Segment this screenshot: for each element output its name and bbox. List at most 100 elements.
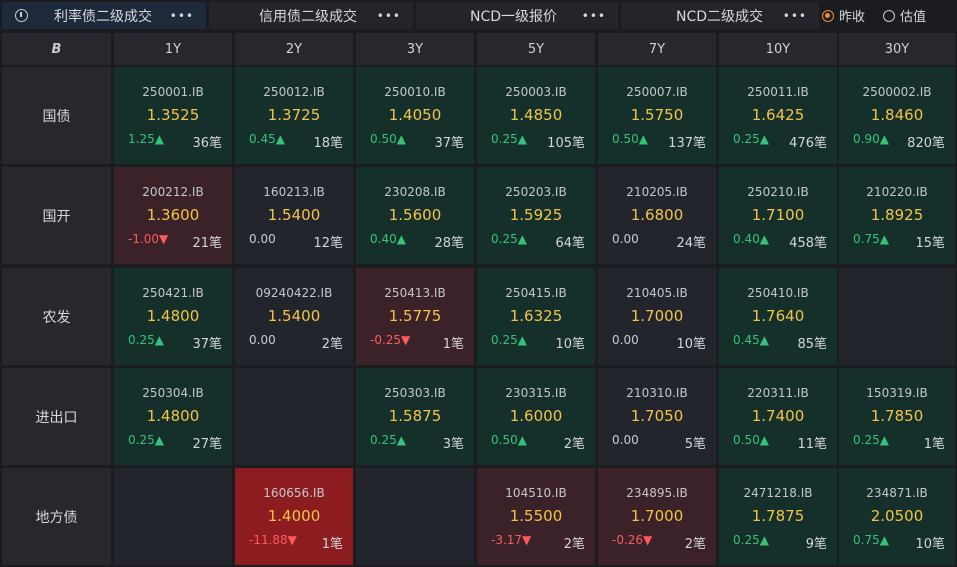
trade-count: 10笔 <box>676 337 706 352</box>
trade-count: 105笔 <box>547 136 585 151</box>
yield-change: 0.25▲ <box>491 232 527 246</box>
more-menu-icon[interactable]: ••• <box>783 9 807 23</box>
row-label[interactable]: 地方债 <box>2 468 111 565</box>
yield-change: 0.45▲ <box>733 333 769 347</box>
bond-cell[interactable]: 250303.IB 1.5875 0.25▲ 3笔 <box>356 368 474 465</box>
bond-cell[interactable]: 09240422.IB 1.5400 0.00 2笔 <box>235 268 353 365</box>
bond-cell[interactable]: 250001.IB 1.3525 1.25▲ 36笔 <box>114 67 232 164</box>
trade-count: 85笔 <box>797 337 827 352</box>
trade-count: 2笔 <box>563 437 585 452</box>
trade-count: 2笔 <box>563 537 585 552</box>
bond-cell[interactable]: 210310.IB 1.7050 0.00 5笔 <box>598 368 716 465</box>
yield-change: 0.75▲ <box>853 533 889 547</box>
bond-yield: 1.5875 <box>388 407 442 425</box>
bond-code: 250210.IB <box>747 185 809 199</box>
more-menu-icon[interactable]: ••• <box>377 9 401 23</box>
price-basis-radio-group: 昨收 估值 <box>822 2 938 29</box>
bond-cell[interactable]: 2500002.IB 1.8460 0.90▲ 820笔 <box>839 67 955 164</box>
trade-count: 27笔 <box>192 437 222 452</box>
bond-code: 250415.IB <box>505 286 567 300</box>
trade-count: 12笔 <box>313 236 343 251</box>
column-header[interactable]: 30Y <box>839 33 955 65</box>
trade-count: 137笔 <box>668 136 706 151</box>
radio-label: 估值 <box>900 10 927 25</box>
bond-cell[interactable]: 250413.IB 1.5775 -0.25▼ 1笔 <box>356 268 474 365</box>
empty-cell <box>235 368 353 465</box>
bond-cell[interactable]: 250410.IB 1.7640 0.45▲ 85笔 <box>719 268 837 365</box>
column-header[interactable]: 3Y <box>356 33 474 65</box>
bond-cell[interactable]: 2471218.IB 1.7875 0.25▲ 9笔 <box>719 468 837 565</box>
bond-code: 250003.IB <box>505 85 567 99</box>
bond-cell[interactable]: 250003.IB 1.4850 0.25▲ 105笔 <box>477 67 595 164</box>
row-label[interactable]: 国开 <box>2 167 111 264</box>
bond-cell[interactable]: 210405.IB 1.7000 0.00 10笔 <box>598 268 716 365</box>
tab-label: 利率债二级成交 <box>54 8 152 25</box>
bond-yield: 1.5400 <box>267 206 321 224</box>
bond-code: 250012.IB <box>263 85 325 99</box>
bond-cell[interactable]: 250007.IB 1.5750 0.50▲ 137笔 <box>598 67 716 164</box>
bond-cell[interactable]: 150319.IB 1.7850 0.25▲ 1笔 <box>839 368 955 465</box>
more-menu-icon[interactable]: ••• <box>582 9 606 23</box>
more-menu-icon[interactable]: ••• <box>170 9 194 23</box>
row-label[interactable]: 国债 <box>2 67 111 164</box>
tab-rate-bond-secondary[interactable]: 利率债二级成交 ••• <box>2 2 206 29</box>
trade-count: 37笔 <box>434 136 464 151</box>
bond-yield: 1.5500 <box>509 507 563 525</box>
radio-valuation[interactable]: 估值 <box>883 6 926 25</box>
column-header[interactable]: 10Y <box>719 33 837 65</box>
bond-cell[interactable]: 210205.IB 1.6800 0.00 24笔 <box>598 167 716 264</box>
radio-unselected-icon <box>883 9 896 22</box>
yield-change: 0.50▲ <box>612 132 648 146</box>
trade-count: 37笔 <box>192 337 222 352</box>
bond-cell[interactable]: 234895.IB 1.7000 -0.26▼ 2笔 <box>598 468 716 565</box>
bond-code: 250007.IB <box>626 85 688 99</box>
yield-change: 0.00 <box>612 433 639 447</box>
bond-cell[interactable]: 230208.IB 1.5600 0.40▲ 28笔 <box>356 167 474 264</box>
bond-cell[interactable]: 250012.IB 1.3725 0.45▲ 18笔 <box>235 67 353 164</box>
column-header[interactable]: 2Y <box>235 33 353 65</box>
bond-cell[interactable]: 250011.IB 1.6425 0.25▲ 476笔 <box>719 67 837 164</box>
bond-code: 234871.IB <box>866 486 928 500</box>
trade-count: 21笔 <box>192 236 222 251</box>
bond-code: 09240422.IB <box>255 286 333 300</box>
bond-yield: 1.7000 <box>630 507 684 525</box>
bond-cell[interactable]: 104510.IB 1.5500 -3.17▼ 2笔 <box>477 468 595 565</box>
bond-cell[interactable]: 250210.IB 1.7100 0.40▲ 458笔 <box>719 167 837 264</box>
column-header[interactable]: 5Y <box>477 33 595 65</box>
bond-cell[interactable]: 250421.IB 1.4800 0.25▲ 37笔 <box>114 268 232 365</box>
bond-cell[interactable]: 250010.IB 1.4050 0.50▲ 37笔 <box>356 67 474 164</box>
bond-cell[interactable]: 160656.IB 1.4000 -11.88▼ 1笔 <box>235 468 353 565</box>
bond-cell[interactable]: 250304.IB 1.4800 0.25▲ 27笔 <box>114 368 232 465</box>
tab-credit-bond-secondary[interactable]: 信用债二级成交 ••• <box>209 2 413 29</box>
bond-cell[interactable]: 210220.IB 1.8925 0.75▲ 15笔 <box>839 167 955 264</box>
column-header[interactable]: 7Y <box>598 33 716 65</box>
tab-ncd-secondary[interactable]: NCD二级成交 ••• <box>621 2 819 29</box>
row-label[interactable]: 进出口 <box>2 368 111 465</box>
bond-code: 150319.IB <box>866 386 928 400</box>
tab-ncd-primary-quote[interactable]: NCD一级报价 ••• <box>416 2 618 29</box>
tab-label: 信用债二级成交 <box>259 8 357 25</box>
bond-code: 210310.IB <box>626 386 688 400</box>
info-icon[interactable] <box>15 9 28 22</box>
bond-cell[interactable]: 160213.IB 1.5400 0.00 12笔 <box>235 167 353 264</box>
bond-yield: 1.6425 <box>751 106 805 124</box>
bond-cell[interactable]: 220311.IB 1.7400 0.50▲ 11笔 <box>719 368 837 465</box>
bond-yield: 1.7100 <box>751 206 805 224</box>
bond-cell[interactable]: 250415.IB 1.6325 0.25▲ 10笔 <box>477 268 595 365</box>
column-header[interactable]: 1Y <box>114 33 232 65</box>
bond-yield: 1.7850 <box>870 407 924 425</box>
yield-change: -1.00▼ <box>128 232 169 246</box>
trade-count: 15笔 <box>915 236 945 251</box>
bond-cell[interactable]: 250203.IB 1.5925 0.25▲ 64笔 <box>477 167 595 264</box>
bond-code: 160656.IB <box>263 486 325 500</box>
radio-prev-close[interactable]: 昨收 <box>822 6 865 25</box>
yield-change: 0.25▲ <box>370 433 406 447</box>
row-label[interactable]: 农发 <box>2 268 111 365</box>
trade-count: 5笔 <box>684 437 706 452</box>
trade-count: 2笔 <box>321 337 343 352</box>
bond-cell[interactable]: 234871.IB 2.0500 0.75▲ 10笔 <box>839 468 955 565</box>
bond-cell[interactable]: 230315.IB 1.6000 0.50▲ 2笔 <box>477 368 595 465</box>
trade-count: 458笔 <box>789 236 827 251</box>
yield-change: 1.25▲ <box>128 132 164 146</box>
bond-cell[interactable]: 200212.IB 1.3600 -1.00▼ 21笔 <box>114 167 232 264</box>
